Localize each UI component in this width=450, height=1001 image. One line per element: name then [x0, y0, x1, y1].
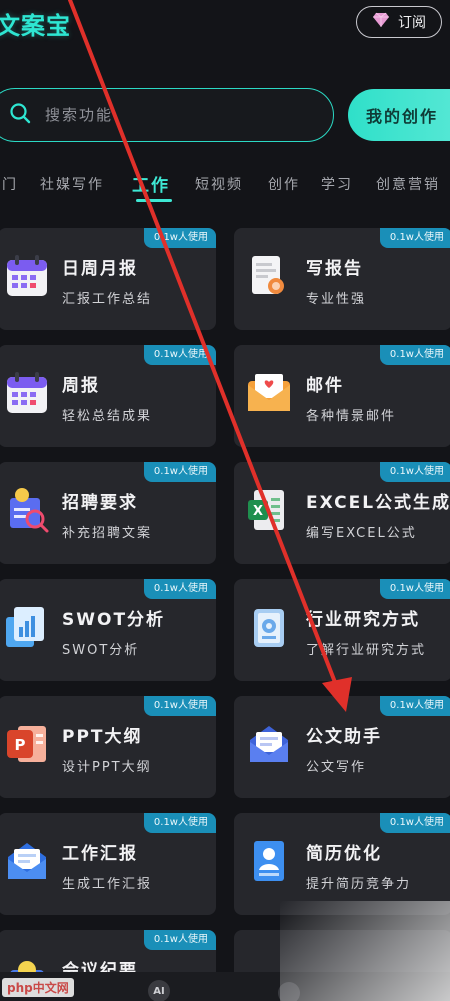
- calendar-icon: [4, 252, 50, 300]
- usage-badge: 0.1w人使用: [379, 696, 450, 716]
- tool-card-swot[interactable]: 0.1w人使用 SWOT分析 SWOT分析: [0, 579, 216, 681]
- tool-card-email[interactable]: 0.1w人使用 邮件 各种情景邮件: [234, 345, 450, 447]
- card-title: 邮件: [306, 376, 344, 396]
- tab-creation[interactable]: 创作: [268, 174, 300, 194]
- tab-partial[interactable]: 门: [2, 174, 18, 194]
- card-desc: 了解行业研究方式: [306, 643, 427, 658]
- card-desc: 汇报工作总结: [62, 292, 153, 307]
- category-tabs: 门 社媒写作 工作 短视频 创作 学习 创意营销: [0, 168, 450, 204]
- tool-card-daily-report[interactable]: 0.1w人使用 日周月报 汇报工作总结: [0, 228, 216, 330]
- usage-badge: 0.1w人使用: [143, 696, 216, 716]
- research-icon: [246, 603, 292, 651]
- tool-card-resume-optimize[interactable]: 0.1w人使用 简历优化 提升简历竞争力: [234, 813, 450, 915]
- svg-text:P: P: [15, 736, 26, 754]
- tab-work[interactable]: 工作: [132, 171, 170, 196]
- card-title: SWOT分析: [62, 610, 166, 630]
- excel-icon: X: [246, 486, 292, 534]
- tool-card-recruit[interactable]: 0.1w人使用 招聘要求 补充招聘文案: [0, 462, 216, 564]
- card-desc: 提升简历竞争力: [306, 877, 412, 892]
- usage-badge: 0.1w人使用: [143, 345, 216, 365]
- tool-card-work-report[interactable]: 0.1w人使用 工作汇报 生成工作汇报: [0, 813, 216, 915]
- active-tab-indicator: [136, 199, 172, 202]
- calendar-icon: [4, 369, 50, 417]
- usage-badge: 0.1w人使用: [143, 813, 216, 833]
- card-desc: SWOT分析: [62, 643, 140, 658]
- swot-icon: [4, 603, 50, 651]
- app-screen: 文案宝 订阅 我的创作 门 社媒写作 工作: [0, 0, 450, 1001]
- search-box[interactable]: [0, 88, 334, 142]
- card-desc: 轻松总结成果: [62, 409, 153, 424]
- tool-card-ppt-outline[interactable]: 0.1w人使用 P PPT大纲 设计PPT大纲: [0, 696, 216, 798]
- card-title: 简历优化: [306, 844, 382, 864]
- tool-card-document-assistant[interactable]: 0.1w人使用 公文助手 公文写作: [234, 696, 450, 798]
- usage-badge: 0.1w人使用: [379, 813, 450, 833]
- usage-badge: 0.1w人使用: [379, 462, 450, 482]
- card-title: EXCEL公式生成: [306, 493, 450, 513]
- usage-badge: 0.1w人使用: [143, 462, 216, 482]
- subscribe-label: 订阅: [398, 15, 426, 31]
- card-title: 工作汇报: [62, 844, 138, 864]
- recruit-icon: [4, 486, 50, 534]
- header: 文案宝 订阅: [0, 0, 450, 50]
- card-title: 写报告: [306, 259, 363, 279]
- card-title: 公文助手: [306, 727, 382, 747]
- envelope-icon: [246, 720, 292, 768]
- tab-short-video[interactable]: 短视频: [195, 174, 243, 194]
- chat-tab-icon[interactable]: [278, 982, 300, 1001]
- tool-card-industry-research[interactable]: 0.1w人使用 行业研究方式 了解行业研究方式: [234, 579, 450, 681]
- usage-badge: 0.1w人使用: [379, 579, 450, 599]
- card-desc: 公文写作: [306, 760, 367, 775]
- envelope-icon: [4, 837, 50, 885]
- card-desc: 设计PPT大纲: [62, 760, 152, 775]
- usage-badge: 0.1w人使用: [143, 228, 216, 248]
- my-creations-button[interactable]: 我的创作: [348, 89, 450, 141]
- card-desc: 编写EXCEL公式: [306, 526, 417, 541]
- card-title: 招聘要求: [62, 493, 138, 513]
- mail-icon: [246, 369, 292, 417]
- diamond-icon: [372, 12, 390, 32]
- tab-creative-marketing[interactable]: 创意营销: [376, 174, 440, 194]
- card-desc: 补充招聘文案: [62, 526, 153, 541]
- card-title: PPT大纲: [62, 727, 143, 747]
- app-logo: 文案宝: [0, 12, 71, 40]
- card-title: 行业研究方式: [306, 610, 420, 630]
- card-desc: 各种情景邮件: [306, 409, 397, 424]
- tool-card-write-report[interactable]: 0.1w人使用 写报告 专业性强: [234, 228, 450, 330]
- tool-card-excel-formula[interactable]: 0.1w人使用 X EXCEL公式生成 编写EXCEL公式: [234, 462, 450, 564]
- ai-tab-button[interactable]: AI: [148, 980, 170, 1001]
- resume-icon: [246, 837, 292, 885]
- usage-badge: 0.1w人使用: [143, 579, 216, 599]
- usage-badge: 0.1w人使用: [379, 345, 450, 365]
- search-row: 我的创作: [0, 88, 450, 144]
- search-input[interactable]: [43, 105, 333, 125]
- usage-badge: 0.1w人使用: [379, 228, 450, 248]
- ppt-icon: P: [4, 720, 50, 768]
- tab-study[interactable]: 学习: [321, 174, 353, 194]
- report-icon: [246, 252, 292, 300]
- usage-badge: 0.1w人使用: [143, 930, 216, 950]
- tool-card-weekly-report[interactable]: 0.1w人使用 周报 轻松总结成果: [0, 345, 216, 447]
- watermark: php中文网: [2, 978, 74, 997]
- svg-text:X: X: [253, 504, 263, 519]
- card-desc: 专业性强: [306, 292, 367, 307]
- search-icon: [9, 102, 43, 128]
- tab-social-writing[interactable]: 社媒写作: [40, 174, 104, 194]
- card-desc: 生成工作汇报: [62, 877, 153, 892]
- subscribe-button[interactable]: 订阅: [356, 6, 442, 38]
- card-title: 日周月报: [62, 259, 138, 279]
- card-title: 周报: [62, 376, 100, 396]
